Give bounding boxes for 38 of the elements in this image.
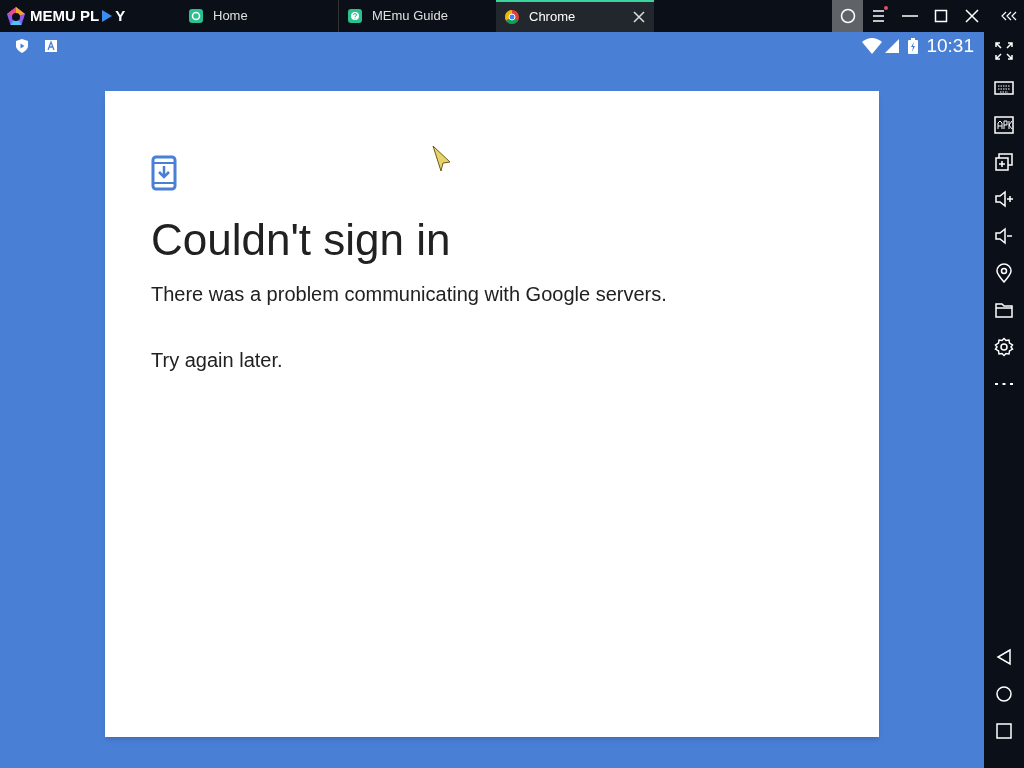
dialog-message: Try again later. xyxy=(151,348,284,373)
pentagon-logo-icon xyxy=(6,6,26,26)
dialog-message: There was a problem communicating with Google servers. xyxy=(151,282,668,307)
font-icon xyxy=(45,40,57,52)
app-icon xyxy=(188,8,204,24)
shield-play-icon xyxy=(14,38,30,54)
help-icon xyxy=(347,8,363,24)
close-icon xyxy=(963,8,980,24)
signal-icon xyxy=(884,38,901,54)
minimize-icon xyxy=(901,15,918,17)
record-button[interactable] xyxy=(832,0,863,32)
volume-down-icon xyxy=(994,225,1014,246)
dialog-title: Couldn't sign in xyxy=(151,214,452,266)
browser-icon xyxy=(504,9,520,25)
recents-icon xyxy=(995,721,1013,740)
wifi-icon xyxy=(862,38,883,54)
tab[interactable]: Chrome xyxy=(496,0,654,32)
play-triangle-icon xyxy=(101,9,114,23)
menu-icon xyxy=(870,8,887,24)
tab[interactable]: Home xyxy=(180,0,338,32)
brand-text: Y xyxy=(115,5,126,26)
back-icon xyxy=(995,647,1013,666)
record-icon xyxy=(839,8,856,24)
fullscreen-icon xyxy=(994,40,1014,61)
maximize-icon xyxy=(932,8,949,24)
close-icon[interactable] xyxy=(633,11,645,23)
location-pin-icon xyxy=(994,262,1014,283)
settings-icon xyxy=(994,336,1014,357)
volume-up-icon xyxy=(994,188,1014,209)
home-icon xyxy=(995,684,1013,703)
clock: 10:31 xyxy=(926,33,974,58)
apk-icon xyxy=(994,114,1014,135)
phone-download-icon xyxy=(151,155,177,191)
brand-text: MEMU PL xyxy=(30,5,100,26)
battery-icon xyxy=(908,38,919,54)
more-icon xyxy=(995,382,1013,385)
add-window-icon xyxy=(994,151,1014,172)
mouse-cursor-icon xyxy=(432,145,452,173)
